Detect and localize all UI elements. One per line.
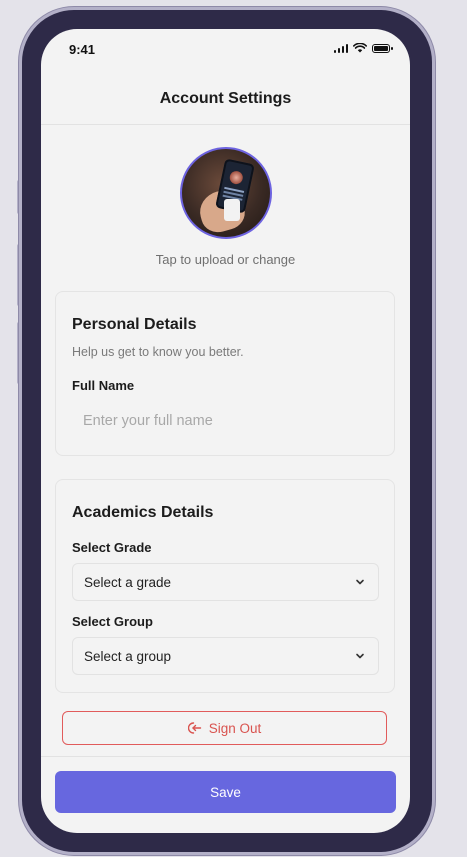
sign-out-button[interactable]: Sign Out	[62, 711, 387, 745]
full-name-input[interactable]	[72, 402, 378, 440]
signal-icon	[333, 43, 348, 53]
full-name-label: Full Name	[72, 378, 135, 393]
personal-details-subtitle: Help us get to know you better.	[72, 345, 244, 359]
wifi-icon	[353, 43, 367, 53]
avatar-photo-card	[224, 199, 240, 221]
academics-details-title: Academics Details	[72, 504, 214, 521]
group-label: Select Group	[72, 614, 153, 629]
status-bar: 9:41	[41, 29, 410, 73]
personal-details-title: Personal Details	[72, 316, 197, 333]
grade-label: Select Grade	[72, 540, 152, 555]
logout-icon	[187, 722, 201, 734]
group-select-value: Select a group	[84, 648, 172, 664]
footer-divider	[41, 756, 410, 757]
chevron-down-icon	[356, 653, 364, 659]
grade-select[interactable]: Select a grade	[72, 563, 379, 601]
chevron-down-icon	[356, 579, 364, 585]
sign-out-label: Sign Out	[208, 720, 262, 736]
status-icons	[333, 43, 393, 53]
save-button[interactable]: Save	[55, 771, 396, 813]
academics-details-card: Academics Details Select Grade Select a …	[55, 479, 395, 693]
page-title: Account Settings	[159, 89, 292, 107]
avatar-upload[interactable]	[180, 147, 272, 239]
group-select[interactable]: Select a group	[72, 637, 379, 675]
grade-select-value: Select a grade	[84, 574, 172, 590]
personal-details-card: Personal Details Help us get to know you…	[55, 291, 395, 456]
battery-icon	[372, 43, 393, 53]
status-time: 9:41	[69, 42, 96, 57]
avatar-upload-hint: Tap to upload or change	[155, 252, 296, 267]
page-header: Account Settings	[41, 73, 410, 125]
phone-screen: 9:41 Account Settings Tap to upload or c…	[41, 29, 410, 833]
